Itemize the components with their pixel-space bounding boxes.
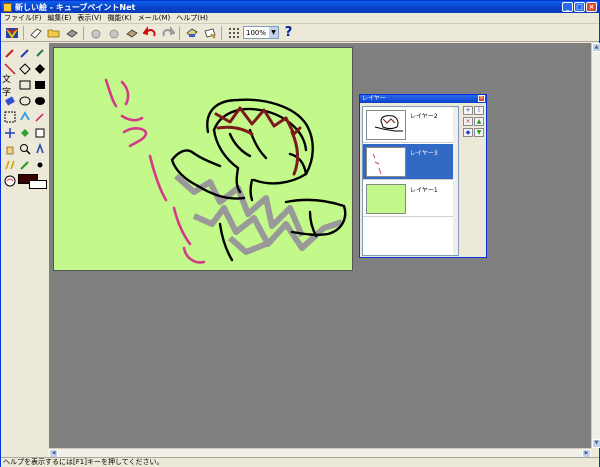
layer-thumbnail [366,147,406,177]
close-button[interactable]: × [586,2,597,12]
layer-list-scrollbar[interactable] [453,107,458,255]
layer-panel: レイヤー × レイヤー2 レイヤー3 レイヤー1 + i × ▲ ◆ ▼ [359,94,487,258]
menu-mail[interactable]: メール(M) [138,13,171,23]
grid-icon[interactable] [225,25,242,41]
status-bar: ヘルプを表示するには[F1]キーを押してください。 [1,457,599,467]
menu-bar: ファイル(F) 編集(E) 表示(V) 機能(K) メール(M) ヘルプ(H) [1,13,599,24]
workspace [49,43,591,448]
toolbar-separator [179,25,180,40]
drawing-canvas[interactable] [53,47,353,271]
hand-tool-icon[interactable] [2,141,17,156]
zoom-value: 100% [246,28,267,37]
layer-name: レイヤー2 [410,113,438,120]
new-file-icon[interactable] [27,25,44,41]
layer-thumbnail [366,184,406,214]
undo-icon[interactable] [141,25,158,41]
help-icon[interactable]: ? [280,25,297,41]
menu-help[interactable]: ヘルプ(H) [176,13,208,23]
paste-icon[interactable] [123,25,140,41]
chevron-down-icon[interactable]: ▼ [269,27,278,38]
canvas-artwork [104,78,347,264]
minimize-button[interactable]: _ [562,2,573,12]
zoom-tool-icon[interactable] [17,141,32,156]
pencil-tool-icon[interactable] [2,45,17,60]
maximize-button[interactable]: □ [574,2,585,12]
horizontal-scrollbar[interactable]: ◀ ▶ [49,448,591,458]
menu-file[interactable]: ファイル(F) [4,13,42,23]
merge-layer-icon[interactable]: ◆ [463,128,473,137]
zoom-select[interactable]: 100% ▼ [243,26,279,39]
new-layer-icon[interactable]: + [463,106,473,115]
layer-panel-title-bar[interactable]: レイヤー × [360,95,486,103]
filled-ellipse-tool-icon[interactable] [32,93,47,108]
main-window: 新しい絵 - キューブペイントNet _ □ × ファイル(F) 編集(E) 表… [0,0,600,467]
toolbar-separator [83,25,84,40]
layer-row-1[interactable]: レイヤー1 [363,181,458,217]
bucket-tool-icon[interactable] [17,125,32,140]
status-text: ヘルプを表示するには[F1]キーを押してください。 [3,458,164,466]
mail-icon[interactable] [201,25,218,41]
close-icon[interactable]: × [478,95,485,102]
polygon-tool-icon[interactable] [17,61,32,76]
layer-panel-title: レイヤー [362,95,386,102]
marker-tool-icon[interactable] [2,157,17,172]
window-title: 新しい絵 - キューブペイントNet [15,2,136,12]
scroll-up-icon[interactable]: ▲ [592,43,600,52]
brush-tool-icon[interactable] [17,45,32,60]
menu-edit[interactable]: 編集(E) [48,13,72,23]
fill-polygon-tool-icon[interactable] [32,61,47,76]
gradient-tool-icon[interactable] [32,125,47,140]
layer-row-3[interactable]: レイヤー3 [363,144,458,180]
print-icon[interactable] [183,25,200,41]
background-color-swatch[interactable] [29,180,47,189]
menu-function[interactable]: 機能(K) [108,13,132,23]
move-tool-icon[interactable] [2,125,17,140]
ellipse-tool-icon[interactable] [17,93,32,108]
dropper-tool-icon[interactable] [32,109,47,124]
vertical-scrollbar[interactable]: ▲ ▼ [591,43,600,448]
airbrush-tool-icon[interactable] [32,45,47,60]
color-picker-icon[interactable] [2,173,17,188]
title-bar[interactable]: 新しい絵 - キューブペイントNet _ □ × [1,1,599,13]
layer-thumbnail [366,110,406,140]
smudge-tool-icon[interactable] [17,157,32,172]
text-tool-icon[interactable]: 文字 [2,75,17,98]
layer-up-icon[interactable]: ▲ [474,117,484,126]
cut-icon[interactable] [87,25,104,41]
toolbox: 文字 [1,43,49,193]
toolbar: 100% ▼ ? [1,24,599,42]
filled-rectangle-tool-icon[interactable] [32,77,47,92]
app-logo-icon[interactable] [3,25,20,41]
delete-layer-icon[interactable]: × [463,117,473,126]
menu-view[interactable]: 表示(V) [77,13,101,23]
open-folder-icon[interactable] [45,25,62,41]
layer-name: レイヤー3 [410,150,438,157]
lasso-tool-icon[interactable] [17,109,32,124]
toolbar-separator [23,25,24,40]
layer-name: レイヤー1 [410,187,438,194]
redo-icon[interactable] [159,25,176,41]
layer-down-icon[interactable]: ▼ [474,128,484,137]
brush-size-icon[interactable] [32,157,47,172]
save-icon[interactable] [63,25,80,41]
copy-icon[interactable] [105,25,122,41]
scroll-down-icon[interactable]: ▼ [592,439,600,448]
layer-row-2[interactable]: レイヤー2 [363,107,458,143]
stamp-tool-icon[interactable] [32,141,47,156]
eraser-tool-icon[interactable] [2,93,17,108]
select-tool-icon[interactable] [2,109,17,124]
rectangle-tool-icon[interactable] [17,77,32,92]
layer-info-icon[interactable]: i [474,106,484,115]
app-icon [3,2,12,12]
toolbar-separator [221,25,222,40]
layer-list: レイヤー2 レイヤー3 レイヤー1 [362,106,459,256]
